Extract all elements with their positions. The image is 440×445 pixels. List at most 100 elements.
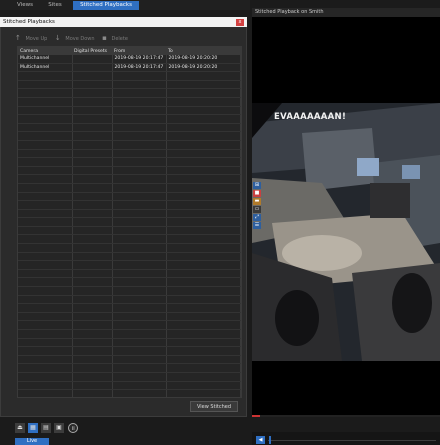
column-header-digital-presets[interactable]: Digital Presets [72,47,112,55]
empty-table-row [18,157,241,167]
empty-table-row [18,97,241,107]
empty-cell [166,277,241,288]
move-down-button[interactable]: ↓ Move Down [55,34,98,42]
empty-table-row [18,183,241,193]
view-stitched-button[interactable]: View Stitched [190,401,238,412]
empty-table-row [18,381,241,391]
empty-cell [18,97,73,107]
empty-cell [18,234,73,245]
tab-stitched-playbacks[interactable]: Stitched Playbacks [73,1,139,10]
empty-table-row [18,243,241,253]
empty-cell [112,329,167,339]
empty-cell [18,372,73,382]
empty-cell [72,234,113,245]
empty-cell [18,346,73,356]
pause-icon[interactable]: ॥ [68,423,78,433]
empty-cell [112,260,167,270]
panel-title: Stitched Playbacks [0,17,247,27]
record-icon[interactable]: ■ [253,190,261,197]
empty-table-row [18,355,241,365]
empty-cell [18,243,73,253]
empty-cell [166,192,241,202]
picture-icon[interactable]: ▣ [54,423,64,433]
column-header-to[interactable]: To [166,47,241,55]
empty-cell [166,312,241,322]
empty-cell [72,80,113,90]
empty-cell [72,174,113,184]
empty-cell [18,312,73,322]
empty-cell [72,277,113,288]
empty-table-row [18,114,241,124]
empty-cell [112,286,167,296]
empty-cell [18,149,73,159]
empty-cell [72,131,113,141]
tab-sites[interactable]: Sites [44,1,66,10]
empty-table-row [18,71,241,81]
empty-cell [166,71,241,81]
live-tab[interactable]: Live [15,438,49,445]
empty-cell [166,123,241,133]
empty-table-row [18,140,241,150]
empty-cell [18,286,73,296]
empty-cell [166,355,241,365]
empty-cell [166,217,241,227]
settings-icon[interactable]: ☰ [253,222,261,229]
empty-cell [112,166,167,176]
empty-cell [112,389,167,397]
empty-cell [18,192,73,202]
empty-table-row [18,363,241,373]
column-header-from[interactable]: From [112,47,166,55]
close-button[interactable]: x [236,19,244,26]
zoom-icon[interactable]: ⊞ [253,182,261,189]
layout-icon[interactable]: ▦ [28,423,38,433]
empty-cell [72,355,113,365]
empty-cell [166,329,241,339]
empty-cell [18,200,73,210]
move-up-button[interactable]: ↑ Move Up [15,34,50,42]
empty-cell [112,200,167,210]
empty-cell [166,372,241,382]
cell-to: 2019-08-19 20:20:20 [166,55,241,64]
delete-button[interactable]: ▪ Delete [102,34,131,42]
column-header-camera[interactable]: Camera [18,47,72,55]
empty-cell [72,372,113,382]
empty-cell [112,320,167,330]
empty-cell [112,381,167,391]
timeline-playhead[interactable] [269,436,271,444]
empty-table-row [18,338,241,348]
empty-cell [72,123,113,133]
empty-cell [72,260,113,270]
empty-cell [72,295,113,305]
tab-views[interactable]: Views [14,1,36,10]
empty-cell [72,183,113,193]
expand-icon[interactable]: ⤢ [253,214,261,221]
empty-cell [166,295,241,305]
empty-cell [72,381,113,391]
table-row[interactable]: Multichannel 2019-08-19 20:17:47 2019-08… [18,63,241,73]
empty-cell [112,114,167,124]
empty-cell [18,355,73,365]
timeline-play-button[interactable]: ◀ [256,436,265,444]
empty-cell [18,363,73,373]
empty-table-row [18,106,241,116]
viewer-title: Stitched Playback on Smith [252,8,440,17]
timeline-track[interactable] [268,440,436,441]
cell-camera: Multichannel [18,63,73,73]
empty-table-row [18,226,241,236]
empty-cell [72,97,113,107]
empty-cell [18,329,73,339]
empty-cell [112,97,167,107]
grid-icon[interactable]: ▤ [41,423,51,433]
empty-cell [112,234,167,245]
eject-icon[interactable]: ⏏ [15,423,25,433]
empty-table-row [18,88,241,98]
table-header-row: Camera Digital Presets From To [18,47,241,55]
empty-cell [18,381,73,391]
table-row[interactable]: Multichannel 2019-08-19 20:17:47 2019-08… [18,55,241,64]
empty-cell [72,106,113,116]
empty-cell [166,363,241,373]
print-icon[interactable]: ▭ [253,206,261,213]
folder-icon[interactable]: ▬ [253,198,261,205]
empty-cell [18,277,73,288]
empty-cell [166,80,241,90]
